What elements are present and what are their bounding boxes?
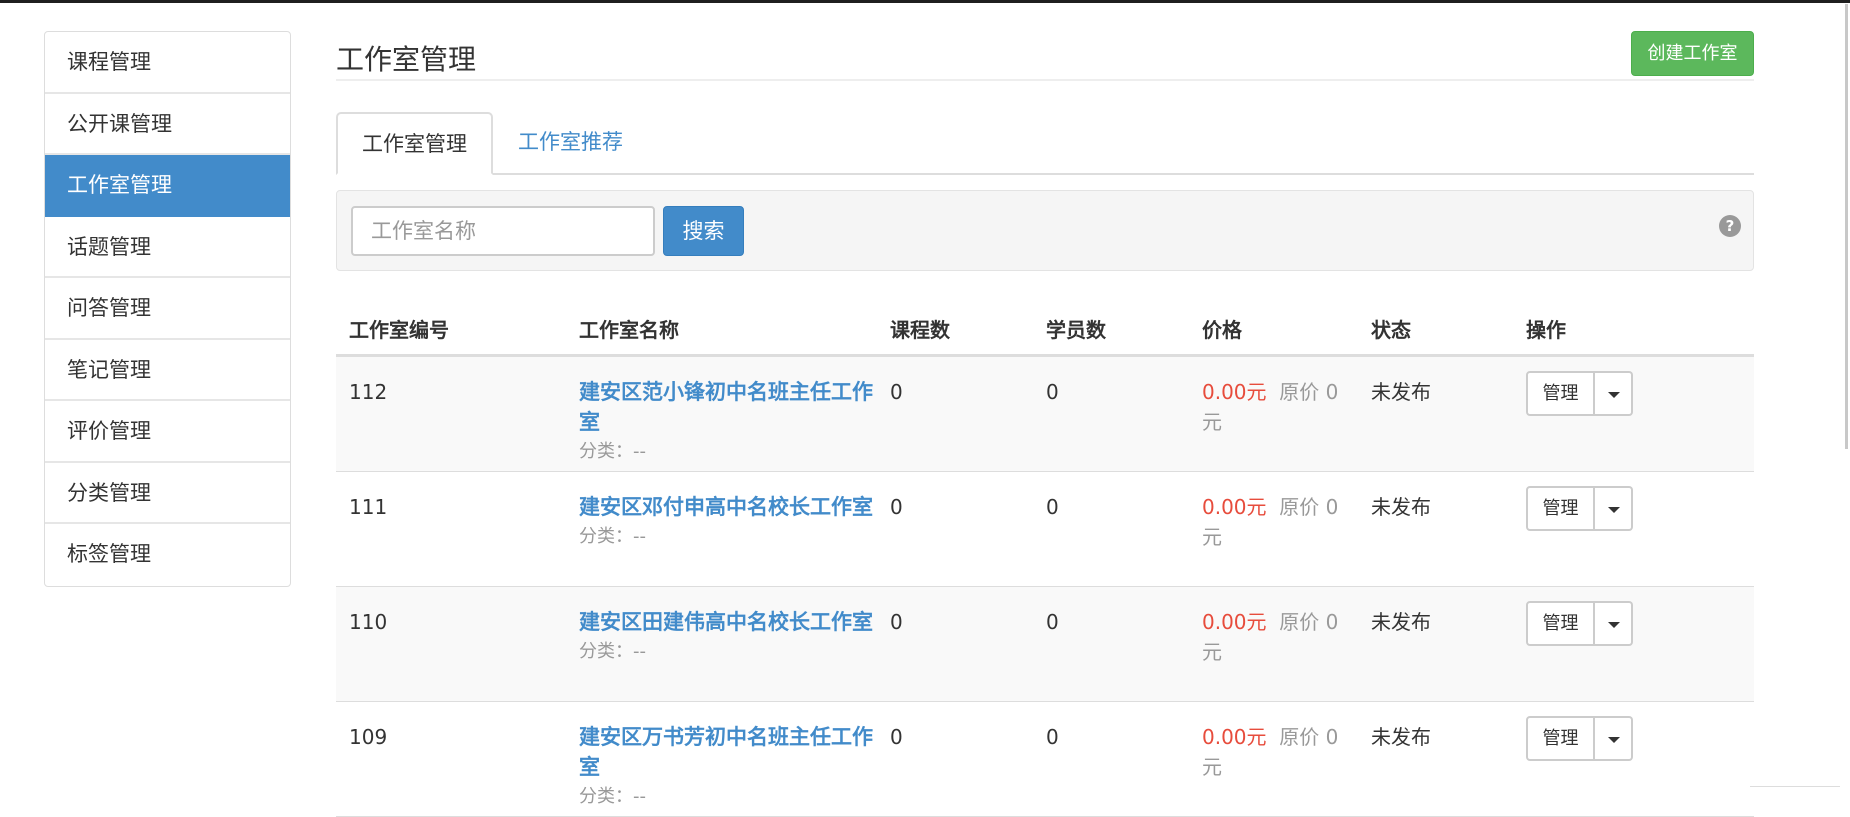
title-divider xyxy=(336,79,1754,81)
table-row: 111 建安区邓付申高中名校长工作室 分类：-- 0 0 0.00元 原价 0 … xyxy=(336,472,1754,587)
question-circle-icon[interactable]: ? xyxy=(1719,215,1741,237)
sidebar-nav: 课程管理 公开课管理 工作室管理 话题管理 问答管理 笔记管理 评价管理 分类管… xyxy=(44,31,291,587)
studio-category: 分类：-- xyxy=(579,786,646,807)
studio-name-cell: 建安区万书芳初中名班主任工作室 分类：-- xyxy=(579,722,879,812)
column-header-actions: 操作 xyxy=(1526,318,1566,342)
main-content: 工作室管理 创建工作室 工作室管理 工作室推荐 搜索 ? 工作室编号 工作室名称… xyxy=(336,0,1754,817)
column-header-name: 工作室名称 xyxy=(579,318,679,342)
current-price: 0.00元 xyxy=(1202,380,1267,404)
price-cell: 0.00元 原价 0 元 xyxy=(1202,607,1352,667)
current-price: 0.00元 xyxy=(1202,495,1267,519)
price-cell: 0.00元 原价 0 元 xyxy=(1202,722,1352,782)
status-text: 未发布 xyxy=(1371,610,1431,634)
studio-table: 工作室编号 工作室名称 课程数 学员数 价格 状态 操作 112 建安区范小锋初… xyxy=(336,300,1754,817)
studio-category: 分类：-- xyxy=(579,641,646,662)
actions-cell: 管理 xyxy=(1526,371,1633,416)
column-header-id: 工作室编号 xyxy=(349,318,449,342)
current-price: 0.00元 xyxy=(1202,725,1267,749)
original-price-unit: 元 xyxy=(1202,640,1222,664)
sidebar-item-tags[interactable]: 标签管理 xyxy=(45,524,290,586)
chevron-down-icon[interactable] xyxy=(1595,486,1633,531)
course-count: 0 xyxy=(890,380,903,404)
vertical-scrollbar[interactable] xyxy=(1838,0,1848,450)
scrollbar-thumb[interactable] xyxy=(1845,4,1848,449)
tab-bar: 工作室管理 工作室推荐 xyxy=(336,112,1754,175)
course-count: 0 xyxy=(890,725,903,749)
status-text: 未发布 xyxy=(1371,380,1431,404)
studio-id: 111 xyxy=(349,495,388,519)
chevron-down-icon[interactable] xyxy=(1595,371,1633,416)
column-header-students: 学员数 xyxy=(1046,318,1106,342)
studio-name-search-input[interactable] xyxy=(351,206,655,256)
status-text: 未发布 xyxy=(1371,495,1431,519)
studio-id: 110 xyxy=(349,610,388,634)
sidebar-item-topics[interactable]: 话题管理 xyxy=(45,217,290,278)
studio-name-link[interactable]: 建安区范小锋初中名班主任工作室 xyxy=(579,377,879,437)
manage-button-group: 管理 xyxy=(1526,716,1633,761)
manage-button[interactable]: 管理 xyxy=(1526,371,1595,416)
student-count: 0 xyxy=(1046,610,1059,634)
column-header-price: 价格 xyxy=(1202,318,1242,342)
price-cell: 0.00元 原价 0 元 xyxy=(1202,492,1352,552)
student-count: 0 xyxy=(1046,495,1059,519)
original-price: 原价 0 xyxy=(1279,495,1339,519)
sidebar-item-categories[interactable]: 分类管理 xyxy=(45,463,290,524)
tab-studio-recommend[interactable]: 工作室推荐 xyxy=(494,112,647,175)
course-count: 0 xyxy=(890,495,903,519)
manage-button-group: 管理 xyxy=(1526,486,1633,531)
original-price-unit: 元 xyxy=(1202,755,1222,779)
manage-button-group: 管理 xyxy=(1526,601,1633,646)
create-studio-button[interactable]: 创建工作室 xyxy=(1631,31,1754,76)
sidebar-item-notes[interactable]: 笔记管理 xyxy=(45,340,290,401)
search-button[interactable]: 搜索 xyxy=(663,206,744,256)
studio-name-link[interactable]: 建安区田建伟高中名校长工作室 xyxy=(579,607,879,637)
column-header-status: 状态 xyxy=(1371,318,1411,342)
student-count: 0 xyxy=(1046,725,1059,749)
price-cell: 0.00元 原价 0 元 xyxy=(1202,377,1352,437)
status-text: 未发布 xyxy=(1371,725,1431,749)
current-price: 0.00元 xyxy=(1202,610,1267,634)
actions-cell: 管理 xyxy=(1526,716,1633,761)
manage-button-group: 管理 xyxy=(1526,371,1633,416)
chevron-down-icon[interactable] xyxy=(1595,716,1633,761)
corner-divider xyxy=(1750,786,1840,787)
sidebar-item-courses[interactable]: 课程管理 xyxy=(45,32,290,94)
table-row: 110 建安区田建伟高中名校长工作室 分类：-- 0 0 0.00元 原价 0 … xyxy=(336,587,1754,702)
table-header: 工作室编号 工作室名称 课程数 学员数 价格 状态 操作 xyxy=(336,300,1754,357)
sidebar-item-qa[interactable]: 问答管理 xyxy=(45,278,290,340)
sidebar-item-open-courses[interactable]: 公开课管理 xyxy=(45,94,290,155)
original-price: 原价 0 xyxy=(1279,380,1339,404)
manage-button[interactable]: 管理 xyxy=(1526,716,1595,761)
original-price: 原价 0 xyxy=(1279,610,1339,634)
actions-cell: 管理 xyxy=(1526,486,1633,531)
tab-studio-management[interactable]: 工作室管理 xyxy=(336,112,493,175)
manage-button[interactable]: 管理 xyxy=(1526,486,1595,531)
original-price: 原价 0 xyxy=(1279,725,1339,749)
studio-name-cell: 建安区邓付申高中名校长工作室 分类：-- xyxy=(579,492,879,552)
studio-name-cell: 建安区田建伟高中名校长工作室 分类：-- xyxy=(579,607,879,667)
original-price-unit: 元 xyxy=(1202,525,1222,549)
studio-name-link[interactable]: 建安区万书芳初中名班主任工作室 xyxy=(579,722,879,782)
column-header-courses: 课程数 xyxy=(890,318,950,342)
original-price-unit: 元 xyxy=(1202,410,1222,434)
table-row: 112 建安区范小锋初中名班主任工作室 分类：-- 0 0 0.00元 原价 0… xyxy=(336,357,1754,472)
studio-name-cell: 建安区范小锋初中名班主任工作室 分类：-- xyxy=(579,377,879,467)
sidebar-item-reviews[interactable]: 评价管理 xyxy=(45,401,290,463)
actions-cell: 管理 xyxy=(1526,601,1633,646)
studio-category: 分类：-- xyxy=(579,526,646,547)
studio-category: 分类：-- xyxy=(579,441,646,462)
sidebar-item-studios[interactable]: 工作室管理 xyxy=(45,155,290,217)
search-panel: 搜索 ? xyxy=(336,190,1754,271)
course-count: 0 xyxy=(890,610,903,634)
studio-id: 112 xyxy=(349,380,388,404)
studio-id: 109 xyxy=(349,725,388,749)
manage-button[interactable]: 管理 xyxy=(1526,601,1595,646)
studio-name-link[interactable]: 建安区邓付申高中名校长工作室 xyxy=(579,492,879,522)
chevron-down-icon[interactable] xyxy=(1595,601,1633,646)
page-title: 工作室管理 xyxy=(336,43,477,76)
table-row: 109 建安区万书芳初中名班主任工作室 分类：-- 0 0 0.00元 原价 0… xyxy=(336,702,1754,817)
student-count: 0 xyxy=(1046,380,1059,404)
